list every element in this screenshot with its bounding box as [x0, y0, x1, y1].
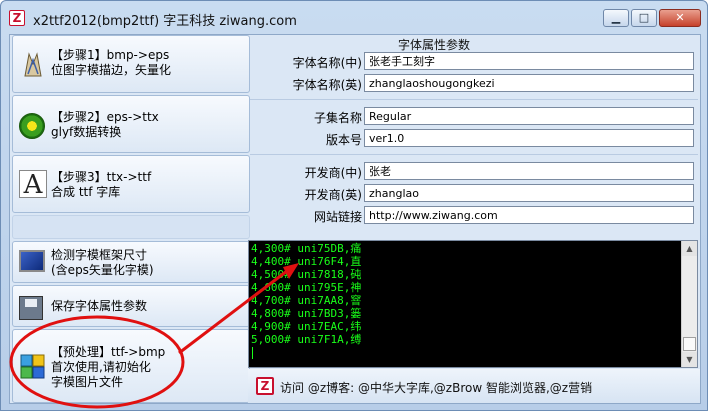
- log-line: 4,400# uni76F4,直: [251, 255, 362, 268]
- step3-title: 【步骤3】ttx->ttf: [51, 170, 152, 184]
- field-row-version: 版本号: [248, 127, 700, 149]
- monitor-icon: [19, 250, 45, 272]
- field-label: 子集名称: [313, 111, 362, 125]
- step1-desc: 位图字模描边，矢量化: [51, 63, 172, 77]
- field-label: 字体名称(英): [292, 78, 362, 92]
- floppy-disk-icon: [19, 296, 43, 320]
- log-line: 5,000# uni7F1A,缚: [251, 333, 362, 346]
- footer-bar: Z 访问 @z博客: @中华大字库,@zBrow 智能浏览器,@z营销: [248, 369, 700, 403]
- client-area: 【步骤1】bmp->eps 位图字模描边，矢量化 【步骤2】eps->ttx g…: [9, 34, 701, 404]
- field-label: 版本号: [325, 133, 362, 147]
- preprocess-title: 【预处理】ttf->bmp: [51, 345, 166, 359]
- log-line: 4,300# uni75DB,痛: [251, 242, 362, 255]
- step1-button[interactable]: 【步骤1】bmp->eps 位图字模描边，矢量化: [12, 35, 250, 93]
- detect-desc: (含eps矢量化字模): [51, 263, 154, 277]
- step3-desc: 合成 ttf 字库: [51, 185, 121, 199]
- console-scrollbar[interactable]: ▲ ▼: [681, 241, 697, 367]
- z-logo-icon[interactable]: Z: [9, 10, 25, 26]
- font-name-en-input[interactable]: [364, 74, 694, 92]
- field-row-website: 网站链接: [248, 204, 700, 226]
- step2-desc: glyf数据转换: [51, 125, 122, 139]
- text-caret: [252, 347, 253, 359]
- log-line: 4,500# uni7818,砘: [251, 268, 362, 281]
- step2-button[interactable]: 【步骤2】eps->ttx glyf数据转换: [12, 95, 250, 153]
- preprocess-button[interactable]: 【预处理】ttf->bmp 首次使用,请初始化 字模图片文件: [12, 329, 250, 403]
- save-title: 保存字体属性参数: [51, 299, 148, 313]
- footer-links[interactable]: 访问 @z博客: @中华大字库,@zBrow 智能浏览器,@z营销: [280, 379, 592, 396]
- left-spacer: [12, 215, 250, 239]
- field-row-vendor-cn: 开发商(中): [248, 160, 700, 182]
- step3-button[interactable]: A 【步骤3】ttx->ttf 合成 ttf 字库: [12, 155, 250, 213]
- field-label: 字体名称(中): [292, 56, 362, 70]
- field-row-vendor-en: 开发商(英): [248, 182, 700, 204]
- log-line: 4,900# uni7EAC,纬: [251, 320, 362, 333]
- minimize-icon[interactable]: ▁: [603, 9, 629, 27]
- field-row-en-name: 字体名称(英): [248, 72, 700, 94]
- field-row-subfamily: 子集名称: [248, 105, 700, 127]
- log-line: 4,600# uni795E,神: [251, 281, 362, 294]
- log-line: 4,700# uni7AA8,窨: [251, 294, 362, 307]
- detect-title: 检测字模框架尺寸: [51, 248, 148, 262]
- field-label: 开发商(中): [304, 166, 362, 180]
- z-logo-icon[interactable]: Z: [256, 377, 274, 395]
- divider: [250, 154, 698, 155]
- log-console[interactable]: 4,300# uni75DB,痛 4,400# uni76F4,直 4,500# u…: [248, 240, 698, 368]
- divider: [250, 99, 698, 100]
- log-line: 4,800# uni7BD3,篓: [251, 307, 362, 320]
- subfamily-input[interactable]: [364, 107, 694, 125]
- log-lines: 4,300# uni75DB,痛 4,400# uni76F4,直 4,500# u…: [251, 242, 361, 346]
- field-label: 网站链接: [313, 210, 362, 224]
- scrollbar-thumb[interactable]: [683, 337, 696, 351]
- scroll-down-icon[interactable]: ▼: [682, 352, 697, 367]
- website-input[interactable]: [364, 206, 694, 224]
- font-properties-panel: 字体属性参数 字体名称(中) 字体名称(英) 子集名称 版本号 开发商(中): [248, 35, 700, 235]
- vendor-cn-input[interactable]: [364, 162, 694, 180]
- step2-title: 【步骤2】eps->ttx: [51, 110, 159, 124]
- step1-title: 【步骤1】bmp->eps: [51, 48, 170, 62]
- window-title: x2ttf2012(bmp2ttf) 字王科技 ziwang.com: [33, 14, 297, 29]
- close-icon[interactable]: ✕: [659, 9, 701, 27]
- font-name-cn-input[interactable]: [364, 52, 694, 70]
- flower-icon: [19, 113, 45, 139]
- version-input[interactable]: [364, 129, 694, 147]
- title-bar[interactable]: Z x2ttf2012(bmp2ttf) 字王科技 ziwang.com ▁ □…: [1, 1, 707, 35]
- scroll-up-icon[interactable]: ▲: [682, 241, 697, 256]
- detect-frame-button[interactable]: 检测字模框架尺寸 (含eps矢量化字模): [12, 241, 250, 283]
- app-window: Z x2ttf2012(bmp2ttf) 字王科技 ziwang.com ▁ □…: [0, 0, 708, 411]
- preprocess-desc-2: 字模图片文件: [51, 375, 124, 389]
- vendor-en-input[interactable]: [364, 184, 694, 202]
- pen-nib-icon: [24, 52, 42, 77]
- field-label: 开发商(英): [304, 188, 362, 202]
- cubes-icon: [20, 354, 45, 379]
- preprocess-desc: 首次使用,请初始化: [51, 360, 151, 374]
- font-file-icon: A: [19, 170, 47, 199]
- maximize-icon[interactable]: □: [631, 9, 657, 27]
- field-row-cn-name: 字体名称(中): [248, 50, 700, 72]
- save-params-button[interactable]: 保存字体属性参数: [12, 285, 250, 327]
